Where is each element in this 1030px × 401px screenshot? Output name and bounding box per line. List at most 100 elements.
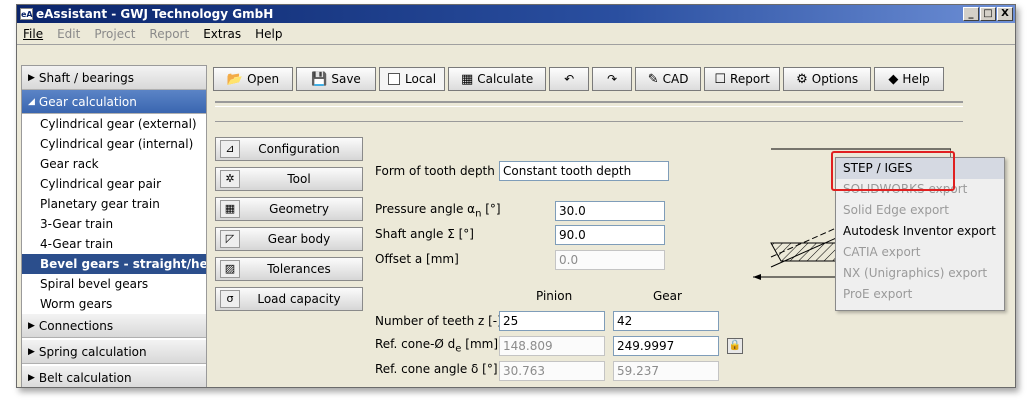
sidebar-section-shaft[interactable]: ▶ Shaft / bearings <box>22 66 206 90</box>
sidebar-item[interactable]: Gear rack <box>22 154 206 174</box>
window-controls: _ □ X <box>963 7 1015 21</box>
menu-item-solid-edge-export[interactable]: Solid Edge export <box>836 200 1004 221</box>
options-icon: ⚙ <box>796 71 808 87</box>
cad-pencil-icon: ✎ <box>647 71 659 87</box>
sidebar-item[interactable]: Planetary gear train <box>22 194 206 214</box>
menu-item-nx-export[interactable]: NX (Unigraphics) export <box>836 263 1004 284</box>
undo-button[interactable]: ↶ <box>549 67 590 91</box>
cone-diameter-gear-input[interactable]: 249.9997 <box>613 336 719 356</box>
help-label: Help <box>902 72 930 86</box>
redo-icon: ↷ <box>607 72 618 86</box>
chevron-right-icon: ▶ <box>28 346 35 357</box>
close-button[interactable]: X <box>997 7 1013 21</box>
app-icon: eA <box>20 8 33 20</box>
chevron-right-icon: ▶ <box>28 372 35 383</box>
nav-configuration-button[interactable]: ⊿ Configuration <box>215 137 363 161</box>
shaft-angle-label: Shaft angle Σ [°] <box>375 227 474 241</box>
sidebar-item[interactable]: 3-Gear train <box>22 214 206 234</box>
report-button[interactable]: ☐ Report <box>704 67 781 91</box>
gear-body-icon: ◸ <box>220 230 240 248</box>
menu-project[interactable]: Project <box>94 27 135 41</box>
cad-button[interactable]: ✎ CAD <box>635 67 702 91</box>
sidebar-item[interactable]: Cylindrical gear (internal) <box>22 134 206 154</box>
nav-tolerances-button[interactable]: ▨ Tolerances <box>215 257 363 281</box>
nav-label: Tolerances <box>267 262 331 276</box>
menu-item-solidworks-export[interactable]: SOLIDWORKS export <box>836 179 1004 200</box>
open-button[interactable]: 📂 Open <box>213 67 293 91</box>
sidebar-section-spring[interactable]: ▶ Spring calculation <box>22 340 206 364</box>
menu-item-inventor-export[interactable]: Autodesk Inventor export <box>836 221 1004 242</box>
open-label: Open <box>247 72 280 86</box>
shaft-angle-input[interactable]: 90.0 <box>555 225 665 245</box>
sidebar-section-label: Connections <box>38 318 114 333</box>
tooth-depth-select[interactable]: Constant tooth depth <box>499 161 669 181</box>
menu-item-proe-export[interactable]: ProE export <box>836 284 1004 305</box>
offset-label: Offset a [mm] <box>375 252 459 266</box>
geometry-grid-icon: ▦ <box>220 200 240 218</box>
teeth-gear-input[interactable]: 42 <box>613 311 719 331</box>
nav-label: Load capacity <box>257 292 341 306</box>
lock-icon[interactable]: 🔒 <box>727 338 743 354</box>
pinion-column-header: Pinion <box>536 289 573 303</box>
nav-geometry-button[interactable]: ▦ Geometry <box>215 197 363 221</box>
menu-edit[interactable]: Edit <box>57 27 80 41</box>
redo-button[interactable]: ↷ <box>592 67 633 91</box>
options-button[interactable]: ⚙ Options <box>783 67 872 91</box>
load-capacity-icon: σ <box>220 290 240 308</box>
app-window: eA eAssistant - GWJ Technology GmbH _ □ … <box>16 4 1016 388</box>
cone-diameter-pinion-input[interactable]: 148.809 <box>499 336 605 356</box>
sidebar-section-label: Spring calculation <box>38 344 147 359</box>
offset-input[interactable]: 0.0 <box>555 250 665 270</box>
pressure-angle-input[interactable]: 30.0 <box>555 201 665 221</box>
dimension-arrow <box>753 274 761 280</box>
report-icon: ☐ <box>714 71 727 87</box>
minimize-button[interactable]: _ <box>963 7 979 21</box>
chevron-right-icon: ▶ <box>28 320 35 331</box>
cone-diameter-label: Ref. cone-Ø de [mm] <box>375 337 499 355</box>
cad-export-menu: STEP / IGES SOLIDWORKS export Solid Edge… <box>835 157 1005 311</box>
calculator-icon: ▦ <box>460 71 474 87</box>
calculate-button[interactable]: ▦ Calculate <box>448 67 547 91</box>
maximize-button[interactable]: □ <box>980 7 996 21</box>
undo-icon: ↶ <box>564 72 575 86</box>
save-button[interactable]: 💾 Save <box>296 67 376 91</box>
content-separator <box>215 121 963 122</box>
tool-gear-icon: ✲ <box>220 170 240 188</box>
teeth-pinion-input[interactable]: 25 <box>499 311 605 331</box>
local-checkbox[interactable]: Local <box>379 67 446 91</box>
tolerances-icon: ▨ <box>220 260 240 278</box>
sidebar-item[interactable]: Spiral bevel gears <box>22 274 206 294</box>
menu-item-step-iges[interactable]: STEP / IGES <box>836 158 1004 179</box>
sidebar-item[interactable]: Worm gears <box>22 294 206 314</box>
menu-help[interactable]: Help <box>255 27 282 41</box>
sidebar: ▶ Shaft / bearings ◢ Gear calculation Cy… <box>21 65 207 387</box>
menu-item-catia-export[interactable]: CATIA export <box>836 242 1004 263</box>
sidebar-section-label: Shaft / bearings <box>38 70 134 85</box>
nav-label: Gear body <box>267 232 331 246</box>
menu-file[interactable]: File <box>23 27 43 41</box>
help-button[interactable]: ◆ Help <box>874 67 945 91</box>
options-label: Options <box>811 72 859 86</box>
sidebar-section-gear-calculation[interactable]: ◢ Gear calculation <box>22 90 206 114</box>
sidebar-item[interactable]: Cylindrical gear pair <box>22 174 206 194</box>
menu-extras[interactable]: Extras <box>203 27 241 41</box>
sidebar-section-connections[interactable]: ▶ Connections <box>22 314 206 338</box>
menu-report[interactable]: Report <box>149 27 189 41</box>
sidebar-item[interactable]: Cylindrical gear (external) <box>22 114 206 134</box>
nav-tool-button[interactable]: ✲ Tool <box>215 167 363 191</box>
cone-angle-pinion-input[interactable]: 30.763 <box>499 361 605 381</box>
nav-gear-body-button[interactable]: ◸ Gear body <box>215 227 363 251</box>
sidebar-item-selected[interactable]: Bevel gears - straight/heli... <box>22 254 206 274</box>
toolbar: 📂 Open 💾 Save Local ▦ Calculate ↶ ↷ ✎ CA… <box>213 67 945 93</box>
nav-load-capacity-button[interactable]: σ Load capacity <box>215 287 363 311</box>
teeth-label: Number of teeth z [-] <box>375 314 502 328</box>
sidebar-item[interactable]: 4-Gear train <box>22 234 206 254</box>
cone-angle-gear-input[interactable]: 59.237 <box>613 361 719 381</box>
sidebar-section-belt[interactable]: ▶ Belt calculation <box>22 366 206 387</box>
nav-label: Tool <box>287 172 311 186</box>
save-disk-icon: 💾 <box>311 71 328 87</box>
sidebar-section-label: Belt calculation <box>38 370 132 385</box>
calculation-nav: ⊿ Configuration ✲ Tool ▦ Geometry ◸ Gear… <box>215 137 363 317</box>
pressure-angle-label: Pressure angle αn [°] <box>375 202 501 220</box>
tooth-depth-label: Form of tooth depth <box>375 164 495 178</box>
